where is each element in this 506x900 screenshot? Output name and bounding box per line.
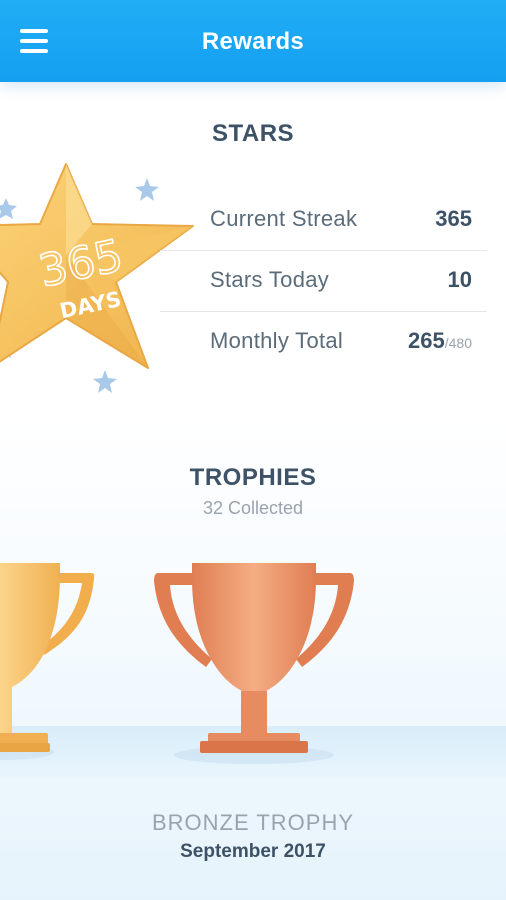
gold-trophy-icon[interactable] bbox=[0, 563, 95, 760]
small-star-icon bbox=[0, 198, 17, 219]
stat-row-stars-today: Stars Today 10 bbox=[160, 251, 487, 312]
stars-section-title: STARS bbox=[211, 120, 295, 147]
stat-label: Monthly Total bbox=[210, 328, 344, 353]
stat-value: 265/480 bbox=[408, 328, 472, 353]
trophy-date: September 2017 bbox=[180, 841, 326, 862]
small-star-icon bbox=[93, 370, 117, 393]
trophy-carousel[interactable] bbox=[0, 555, 506, 770]
stars-stats: Current Streak 365 Stars Today 10 Monthl… bbox=[160, 190, 487, 372]
stat-row-current-streak: Current Streak 365 bbox=[160, 190, 487, 251]
trophies-count: 32 Collected bbox=[202, 498, 304, 518]
bronze-trophy-icon[interactable] bbox=[154, 563, 354, 764]
app-bar: Rewards bbox=[0, 0, 506, 82]
stat-row-monthly-total: Monthly Total 265/480 bbox=[160, 312, 487, 372]
stat-value: 10 bbox=[447, 267, 472, 292]
stat-label: Stars Today bbox=[210, 267, 330, 292]
page-title: Rewards bbox=[201, 28, 305, 55]
stat-value: 365 bbox=[435, 206, 472, 231]
small-star-icon bbox=[135, 178, 159, 201]
stat-label: Current Streak bbox=[210, 206, 358, 231]
trophies-section-title: TROPHIES bbox=[189, 464, 317, 491]
trophy-name: BRONZE TROPHY bbox=[151, 810, 355, 835]
